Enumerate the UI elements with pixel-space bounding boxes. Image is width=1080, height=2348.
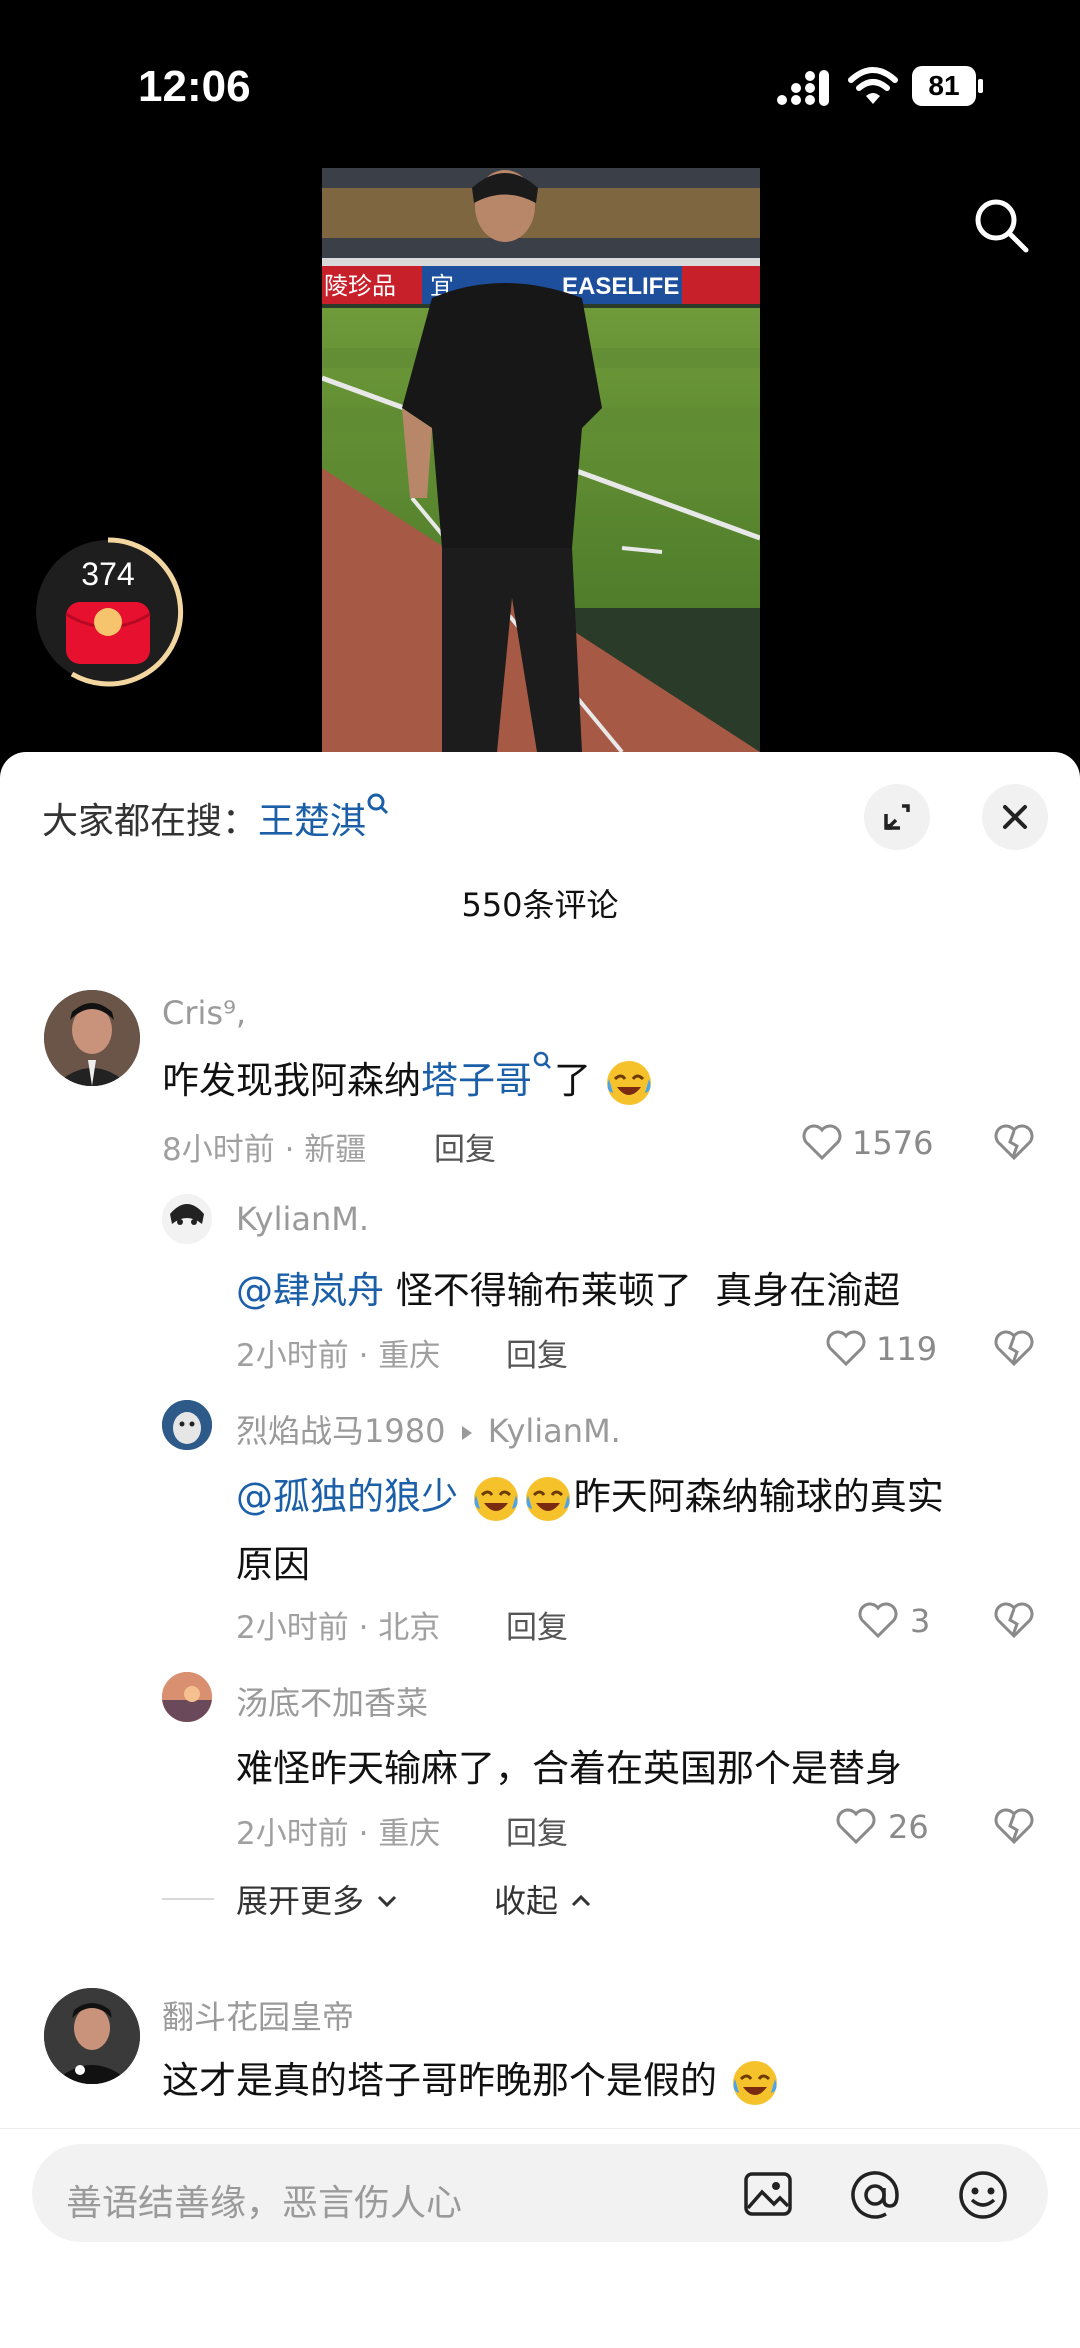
dislike-icon[interactable] — [992, 1122, 1036, 1162]
emoji-icon[interactable] — [956, 2168, 1010, 2222]
battery-indicator: 81 — [912, 66, 984, 106]
reply-arrow-icon — [461, 1426, 472, 1440]
expand-more-button[interactable]: 展开更多 — [236, 1876, 400, 1922]
like-count: 1576 — [852, 1124, 934, 1162]
comment-username[interactable]: Cris⁹, — [162, 994, 246, 1032]
like-count: 119 — [876, 1330, 938, 1368]
comment-text: @肆岚舟 怪不得输布莱顿了 真身在渝超 — [236, 1260, 900, 1314]
comment-username-line: 烈焰战马1980 KylianM. — [236, 1406, 621, 1452]
close-button[interactable] — [982, 784, 1048, 850]
chevron-down-icon — [378, 1895, 397, 1908]
expand-more-label: 展开更多 — [236, 1882, 365, 1920]
video-player[interactable]: 陵珍品 宜 EASELIFE — [322, 168, 760, 752]
comment-meta: 8小时前 · 新疆 — [162, 1132, 367, 1168]
expand-button[interactable] — [864, 784, 930, 850]
video-frame-image: 陵珍品 宜 EASELIFE — [322, 168, 760, 752]
wifi-icon — [848, 67, 898, 104]
avatar[interactable] — [162, 1672, 212, 1722]
thread-divider — [162, 1898, 214, 1900]
avatar[interactable] — [44, 1988, 140, 2084]
comment-username[interactable]: 烈焰战马1980 — [236, 1412, 445, 1450]
collapse-label: 收起 — [494, 1882, 559, 1920]
search-icon[interactable] — [972, 196, 1032, 256]
heart-icon[interactable] — [824, 1328, 868, 1368]
comment-sheet — [0, 752, 1080, 2348]
laughing-crying-emoji-icon — [473, 1476, 518, 1521]
avatar-image — [44, 1988, 140, 2084]
comment-username[interactable]: KylianM. — [236, 1200, 369, 1238]
at-mention-icon[interactable] — [848, 2168, 902, 2222]
avatar-image — [162, 1194, 212, 1244]
hot-search-bar[interactable]: 大家都在搜：王楚淇 — [42, 792, 390, 844]
heart-icon[interactable] — [856, 1600, 900, 1640]
comment-link[interactable]: 塔子哥 — [421, 1059, 532, 1102]
cellular-signal-icon — [777, 70, 829, 106]
battery-level: 81 — [912, 66, 976, 106]
laughing-crying-emoji-icon — [732, 2060, 777, 2105]
laughing-crying-emoji-icon — [606, 1060, 651, 1105]
reply-button[interactable]: 回复 — [506, 1808, 568, 1853]
red-packet-count: 374 — [81, 556, 135, 592]
banner-text: 陵珍品 — [324, 272, 396, 300]
comment-meta: 2小时前 · 重庆 — [236, 1816, 441, 1852]
hot-search-prefix: 大家都在搜： — [42, 801, 259, 842]
reply-button[interactable]: 回复 — [506, 1602, 568, 1647]
dislike-icon[interactable] — [992, 1328, 1036, 1368]
avatar[interactable] — [44, 990, 140, 1086]
close-icon — [1003, 805, 1027, 829]
comment-count-title: 550条评论 — [461, 886, 619, 924]
comment-text: 这才是真的塔子哥昨晚那个是假的 — [162, 2050, 781, 2109]
avatar-image — [44, 990, 140, 1086]
mention-link[interactable]: @孤独的狼少 — [236, 1475, 458, 1518]
like-count: 3 — [910, 1602, 931, 1640]
comment-username[interactable]: 翻斗花园皇帝 — [162, 1992, 354, 2038]
avatar[interactable] — [162, 1194, 212, 1244]
collapse-button[interactable]: 收起 — [494, 1876, 594, 1922]
comment-text-continued: 原因 — [236, 1543, 310, 1586]
dislike-icon[interactable] — [992, 1600, 1036, 1640]
comment-text-part: 这才是真的塔子哥昨晚那个是假的 — [162, 2059, 717, 2102]
reply-button[interactable]: 回复 — [434, 1124, 496, 1169]
heart-icon[interactable] — [800, 1122, 844, 1162]
comment-text: 难怪昨天输麻了，合着在英国那个是替身 — [236, 1747, 902, 1790]
comment-input-placeholder: 善语结善缘，恶言伤人心 — [66, 2183, 463, 2224]
banner-text: EASELIFE — [562, 273, 679, 300]
comment-username[interactable]: 汤底不加香菜 — [236, 1678, 428, 1724]
image-icon[interactable] — [742, 2168, 794, 2220]
laughing-crying-emoji-icon — [525, 1476, 570, 1521]
small-search-icon — [367, 793, 389, 815]
mention-link[interactable]: @肆岚舟 — [236, 1269, 384, 1312]
comment-meta: 2小时前 · 重庆 — [236, 1338, 441, 1374]
avatar[interactable] — [162, 1400, 212, 1450]
comment-text: @孤独的狼少 昨天阿森纳输球的真实 — [236, 1466, 944, 1525]
small-search-icon — [533, 1051, 551, 1069]
comment-text-part: 了 — [554, 1059, 591, 1102]
hot-search-keyword[interactable]: 王楚淇 — [258, 801, 366, 842]
like-count: 26 — [888, 1808, 929, 1846]
comment-text-part: 咋发现我阿森纳 — [162, 1059, 421, 1102]
comment-text-part: 昨天阿森纳输球的真实 — [573, 1475, 944, 1518]
heart-icon[interactable] — [834, 1806, 878, 1846]
dislike-icon[interactable] — [992, 1806, 1036, 1846]
reply-to-username[interactable]: KylianM. — [488, 1412, 621, 1450]
comment-text-part: 怪不得输布莱顿了 真身在渝超 — [384, 1269, 901, 1312]
avatar-image — [162, 1672, 212, 1722]
reply-button[interactable]: 回复 — [506, 1330, 568, 1375]
status-time: 12:06 — [138, 62, 251, 111]
avatar-image — [162, 1400, 212, 1450]
comment-meta: 2小时前 · 北京 — [236, 1610, 441, 1646]
expand-icon — [884, 804, 910, 830]
chevron-up-icon — [572, 1894, 591, 1907]
comment-text: 咋发现我阿森纳塔子哥了 — [162, 1050, 655, 1109]
